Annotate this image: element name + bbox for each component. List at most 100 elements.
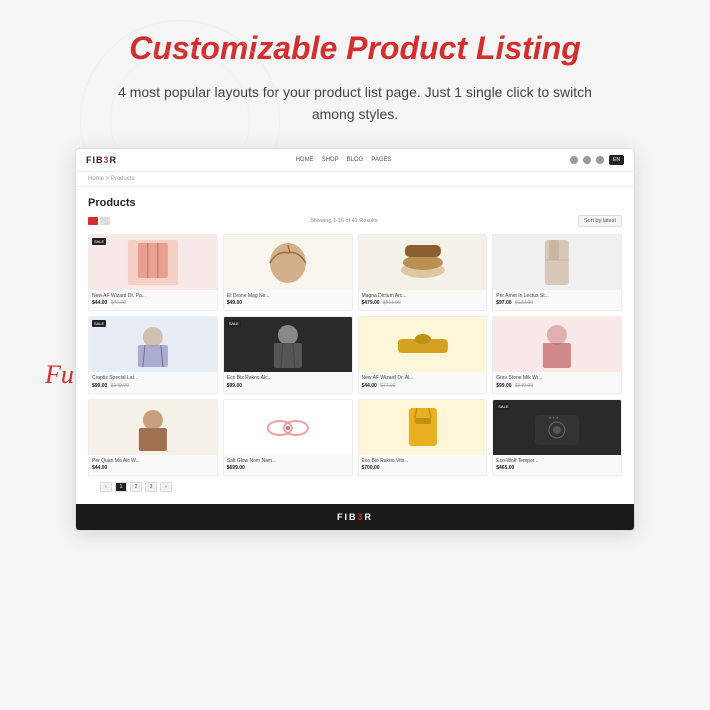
page-title: Customizable Product Listing bbox=[129, 30, 581, 67]
user-icon[interactable] bbox=[583, 156, 591, 164]
product-card[interactable]: Grav Stone Mik Wr... $99.00 $149.00 bbox=[492, 316, 622, 394]
sale-badge: SALE bbox=[92, 320, 106, 327]
nav-shop[interactable]: SHOP bbox=[322, 157, 339, 163]
sale-badge: SALE bbox=[92, 238, 106, 245]
product-price: $699.00 bbox=[227, 465, 349, 471]
mock-filter-bar: Showing 1-16 of 41 Results Sort by lates… bbox=[88, 215, 622, 227]
product-image bbox=[89, 235, 217, 290]
cart-icon[interactable] bbox=[596, 156, 604, 164]
mock-products-area: Products Showing 1-16 of 41 Results Sort… bbox=[76, 187, 634, 505]
product-card[interactable]: Magna Dictum Arc... $479.00 $511.00 bbox=[358, 234, 488, 312]
product-price: $49.00 bbox=[227, 300, 349, 306]
sale-badge: SALE bbox=[496, 403, 510, 410]
product-image bbox=[359, 400, 487, 455]
search-icon[interactable] bbox=[570, 156, 578, 164]
browser-mockup: FIB3R HOME SHOP BLOG PAGES EN Home > Pro… bbox=[75, 148, 635, 532]
page-3-btn[interactable]: 3 bbox=[145, 482, 157, 492]
product-card[interactable]: Et Drone Mag Ne... $49.00 bbox=[223, 234, 353, 312]
product-image bbox=[224, 235, 352, 290]
page-2-btn[interactable]: 2 bbox=[130, 482, 142, 492]
product-name: Eco Bio Rakno Vits... bbox=[362, 458, 484, 465]
nav-home[interactable]: HOME bbox=[296, 157, 314, 163]
product-image bbox=[359, 317, 487, 372]
product-image bbox=[224, 317, 352, 372]
language-btn[interactable]: EN bbox=[609, 155, 624, 165]
page-1-btn[interactable]: 1 bbox=[115, 482, 127, 492]
product-name: New AF Wizard Dr. Pa... bbox=[92, 293, 214, 300]
page-subtitle: 4 most popular layouts for your product … bbox=[95, 81, 615, 126]
product-price: $44.00 bbox=[92, 465, 214, 471]
product-price: $700.00 bbox=[362, 465, 484, 471]
product-image bbox=[493, 235, 621, 290]
list-view-btn[interactable] bbox=[100, 217, 110, 225]
product-image bbox=[359, 235, 487, 290]
product-price: $99.00 $149.00 bbox=[496, 383, 618, 389]
mock-nav-icons: EN bbox=[570, 155, 624, 165]
product-card[interactable]: SALE Craptis Special Lat... $99.00 bbox=[88, 316, 218, 394]
grid-view-btn[interactable] bbox=[88, 217, 98, 225]
product-info: Eco Bio Rakno Vits... $700.00 bbox=[359, 455, 487, 476]
product-card[interactable]: Eco Bio Rakno Vits... $700.00 bbox=[358, 399, 488, 477]
product-name: Per Quan Ma Alc W... bbox=[92, 458, 214, 465]
product-info: Eco Biz Rakno Alc... $99.00 bbox=[224, 372, 352, 393]
product-image bbox=[89, 317, 217, 372]
mock-nav-links: HOME SHOP BLOG PAGES bbox=[296, 157, 392, 163]
product-info: Per Quan Ma Alc W... $44.00 bbox=[89, 455, 217, 476]
product-info: Magna Dictum Arc... $479.00 $511.00 bbox=[359, 290, 487, 311]
product-price: $465.00 bbox=[496, 465, 618, 471]
nav-pages[interactable]: PAGES bbox=[371, 157, 391, 163]
product-image: • • • bbox=[493, 400, 621, 455]
product-card[interactable]: SALE Eco Biz Rakno Alc... $99.00 bbox=[223, 316, 353, 394]
product-name: Magna Dictum Arc... bbox=[362, 293, 484, 300]
svg-text:• • •: • • • bbox=[549, 416, 559, 422]
sale-badge: SALE bbox=[227, 320, 241, 327]
product-name: Et Drone Mag Ne... bbox=[227, 293, 349, 300]
mock-view-btns bbox=[88, 217, 110, 225]
product-price: $44.00 $77.00 bbox=[362, 383, 484, 389]
product-info: Eco-Wolf Tempor... $465.00 bbox=[493, 455, 621, 476]
product-image bbox=[224, 400, 352, 455]
product-name: Craptis Special Lat... bbox=[92, 375, 214, 382]
product-card[interactable]: Per Quan Ma Alc W... $44.00 bbox=[88, 399, 218, 477]
sort-dropdown[interactable]: Sort by latest bbox=[578, 215, 622, 227]
products-title: Products bbox=[88, 197, 622, 209]
mock-footer: FIB3R bbox=[76, 504, 634, 530]
product-price: $97.00 $132.00 bbox=[496, 300, 618, 306]
product-name: New AF Wizard Dr. Al... bbox=[362, 375, 484, 382]
product-price: $99.00 $149.00 bbox=[92, 383, 214, 389]
page-wrapper: Customizable Product Listing 4 most popu… bbox=[0, 0, 710, 551]
product-card[interactable]: Per Amet In Lectus St... $97.00 $132.00 bbox=[492, 234, 622, 312]
product-name: Per Amet In Lectus St... bbox=[496, 293, 618, 300]
product-card[interactable]: SALE New AF Wizard Dr. Pa... $44.00 bbox=[88, 234, 218, 312]
product-price: $479.00 $511.00 bbox=[362, 300, 484, 306]
mock-navbar: FIB3R HOME SHOP BLOG PAGES EN bbox=[76, 149, 634, 172]
product-info: Et Drone Mag Ne... $49.00 bbox=[224, 290, 352, 311]
product-info: New AF Wizard Dr. Pa... $44.00 $77.00 bbox=[89, 290, 217, 311]
mock-pagination: ‹ 1 2 3 › bbox=[88, 476, 622, 498]
next-page-btn[interactable]: › bbox=[160, 482, 172, 492]
product-image bbox=[89, 400, 217, 455]
product-info: Craptis Special Lat... $99.00 $149.00 bbox=[89, 372, 217, 393]
prev-page-btn[interactable]: ‹ bbox=[100, 482, 112, 492]
product-card[interactable]: New AF Wizard Dr. Al... $44.00 $77.00 bbox=[358, 316, 488, 394]
mock-logo: FIB3R bbox=[86, 155, 117, 165]
mock-breadcrumb: Home > Products bbox=[76, 172, 634, 187]
product-card[interactable]: SALE • • • Eco-Wolf Tempor... $465.0 bbox=[492, 399, 622, 477]
product-price: $99.00 bbox=[227, 383, 349, 389]
mock-product-grid: SALE New AF Wizard Dr. Pa... $44.00 bbox=[88, 234, 622, 477]
product-name: Eco-Wolf Tempor... bbox=[496, 458, 618, 465]
product-image bbox=[493, 317, 621, 372]
filter-text: Showing 1-16 of 41 Results bbox=[310, 218, 377, 224]
product-price: $44.00 $77.00 bbox=[92, 300, 214, 306]
product-info: Per Amet In Lectus St... $97.00 $132.00 bbox=[493, 290, 621, 311]
product-info: New AF Wizard Dr. Al... $44.00 $77.00 bbox=[359, 372, 487, 393]
product-info: Grav Stone Mik Wr... $99.00 $149.00 bbox=[493, 372, 621, 393]
product-card[interactable]: Salt Glow Nom Nam... $699.00 bbox=[223, 399, 353, 477]
browser-container: Full Width FIB3R HOME SHOP BLOG PAGES EN bbox=[75, 148, 635, 532]
product-name: Eco Biz Rakno Alc... bbox=[227, 375, 349, 382]
product-name: Grav Stone Mik Wr... bbox=[496, 375, 618, 382]
product-name: Salt Glow Nom Nam... bbox=[227, 458, 349, 465]
nav-blog[interactable]: BLOG bbox=[347, 157, 364, 163]
footer-logo: FIB3R bbox=[84, 512, 626, 522]
product-info: Salt Glow Nom Nam... $699.00 bbox=[224, 455, 352, 476]
